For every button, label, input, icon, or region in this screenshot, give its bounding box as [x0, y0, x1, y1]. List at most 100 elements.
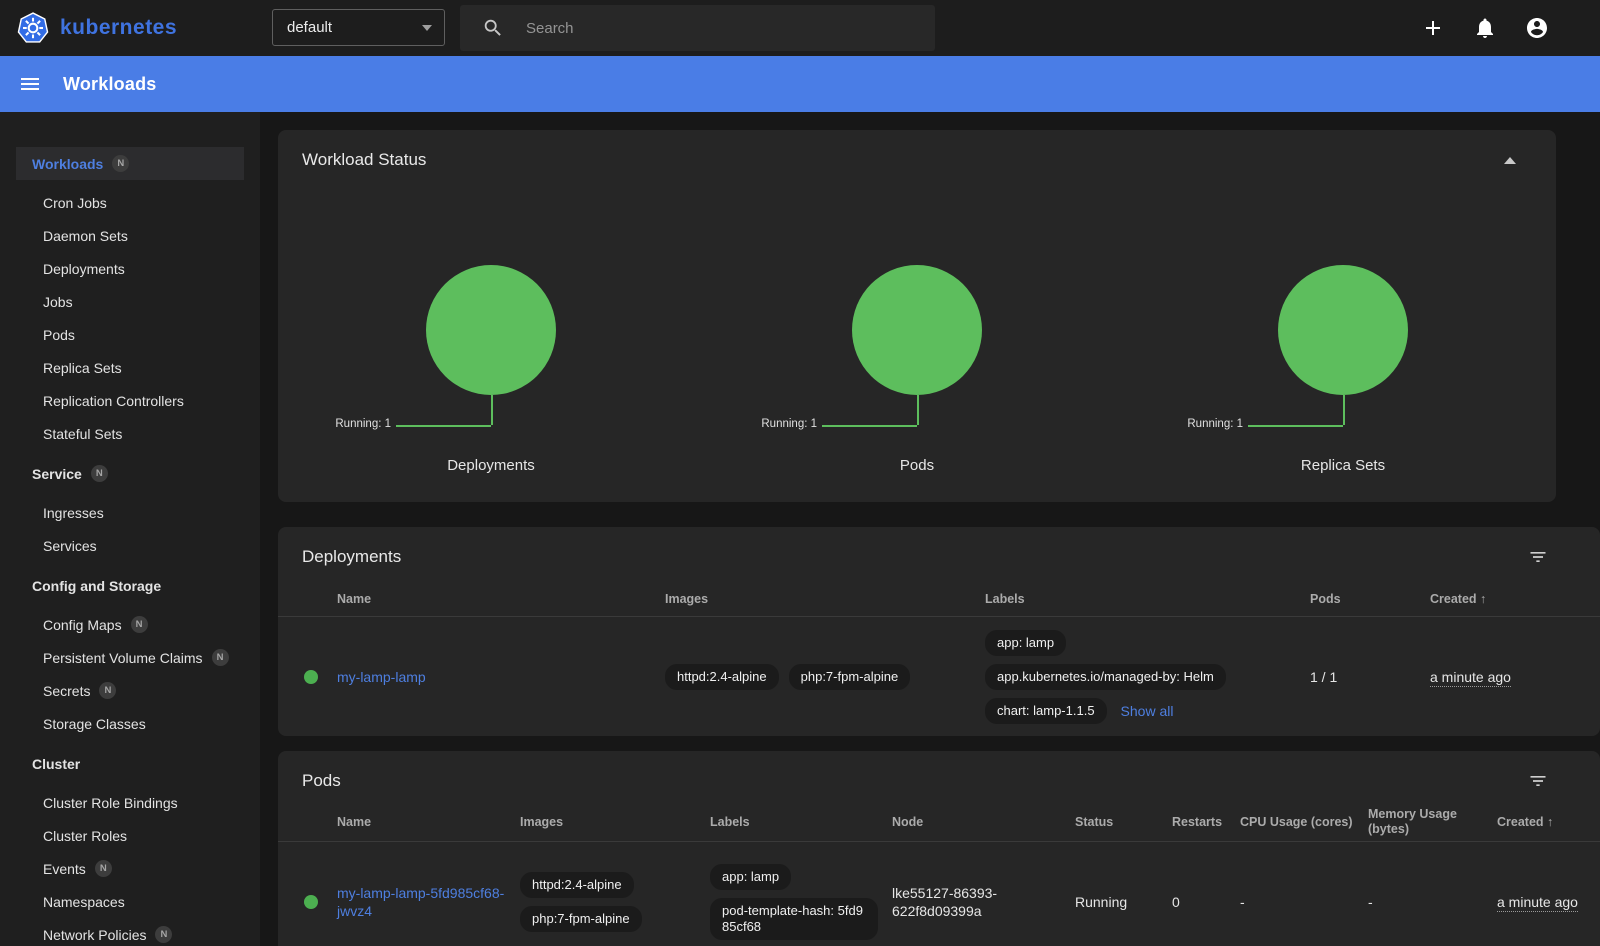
label-chip: chart: lamp-1.1.5 — [985, 698, 1107, 724]
filter-icon — [1528, 771, 1548, 791]
column-header-images[interactable]: Images — [520, 815, 710, 830]
workload-status-title: Workload Status — [302, 148, 426, 172]
column-header-pods[interactable]: Pods — [1310, 592, 1430, 607]
image-chip: php:7-fpm-alpine — [520, 906, 642, 932]
pod-row: my-lamp-lamp-5fd985cf68-jwvz4 httpd:2.4-… — [278, 842, 1600, 946]
sidebar: Workloads N Cron Jobs Daemon Sets Deploy… — [0, 112, 260, 946]
menu-button[interactable] — [18, 72, 42, 96]
pie-running-segment — [426, 265, 556, 395]
column-header-status[interactable]: Status — [1075, 815, 1172, 830]
pod-name-link[interactable]: my-lamp-lamp-5fd985cf68-jwvz4 — [337, 884, 506, 920]
sidebar-item-services[interactable]: Services — [16, 529, 244, 562]
sidebar-item-namespaces[interactable]: Namespaces — [16, 885, 244, 918]
sort-ascending-icon: ↑ — [1480, 592, 1486, 606]
sidebar-item-network-policies[interactable]: Network Policies N — [16, 918, 244, 946]
sidebar-item-deployments[interactable]: Deployments — [16, 252, 244, 285]
column-header-cpu[interactable]: CPU Usage (cores) — [1240, 815, 1368, 830]
sort-ascending-icon: ↑ — [1547, 815, 1553, 829]
sidebar-item-daemon-sets[interactable]: Daemon Sets — [16, 219, 244, 252]
filter-button[interactable] — [1528, 547, 1548, 567]
namespace-value: default — [287, 19, 422, 36]
sidebar-item-stateful-sets[interactable]: Stateful Sets — [16, 417, 244, 450]
filter-icon — [1528, 547, 1548, 567]
pod-memory-usage: - — [1368, 894, 1497, 910]
column-header-created[interactable]: Created ↑ — [1430, 592, 1600, 607]
sidebar-item-persistent-volume-claims[interactable]: Persistent Volume Claims N — [16, 641, 244, 674]
sidebar-item-config-and-storage[interactable]: Config and Storage — [16, 569, 244, 602]
created-timestamp: a minute ago — [1430, 669, 1511, 687]
callout-line — [1248, 425, 1343, 427]
topbar: kubernetes default — [0, 0, 1600, 56]
sidebar-item-ingresses[interactable]: Ingresses — [16, 496, 244, 529]
new-badge: N — [91, 465, 108, 482]
column-header-images[interactable]: Images — [665, 592, 985, 607]
sidebar-item-replica-sets[interactable]: Replica Sets — [16, 351, 244, 384]
plus-icon — [1421, 16, 1445, 40]
sidebar-item-secrets[interactable]: Secrets N — [16, 674, 244, 707]
column-header-name[interactable]: Name — [337, 592, 665, 607]
status-ok-icon — [304, 895, 318, 909]
notifications-button[interactable] — [1473, 16, 1497, 40]
namespace-selector[interactable]: default — [272, 9, 445, 46]
brand[interactable]: kubernetes — [16, 0, 177, 56]
account-button[interactable] — [1525, 16, 1549, 40]
filter-button[interactable] — [1528, 771, 1548, 791]
column-header-labels[interactable]: Labels — [710, 815, 892, 830]
kubernetes-logo-icon — [16, 11, 50, 45]
created-timestamp: a minute ago — [1497, 894, 1578, 912]
column-header-memory[interactable]: Memory Usage (bytes) — [1368, 807, 1497, 837]
label-chip: pod-template-hash: 5fd985cf68 — [710, 898, 878, 940]
image-chip: httpd:2.4-alpine — [520, 872, 634, 898]
replica-sets-pie-chart: Running: 1 Replica Sets — [1130, 265, 1556, 474]
page-title: Workloads — [63, 74, 157, 95]
search-input[interactable] — [526, 20, 935, 37]
callout-line — [491, 395, 493, 425]
sidebar-item-jobs[interactable]: Jobs — [16, 285, 244, 318]
sidebar-item-cluster-roles[interactable]: Cluster Roles — [16, 819, 244, 852]
callout-line — [822, 425, 917, 427]
new-badge: N — [155, 926, 172, 943]
image-chip: httpd:2.4-alpine — [665, 664, 779, 690]
collapse-icon[interactable] — [1504, 157, 1516, 164]
pie-running-segment — [852, 265, 982, 395]
pod-restarts: 0 — [1172, 894, 1240, 910]
sidebar-item-workloads[interactable]: Workloads N — [16, 147, 244, 180]
new-badge: N — [112, 155, 129, 172]
sidebar-item-cron-jobs[interactable]: Cron Jobs — [16, 186, 244, 219]
topbar-actions — [1421, 0, 1549, 56]
new-badge: N — [99, 682, 116, 699]
create-resource-button[interactable] — [1421, 16, 1445, 40]
sidebar-item-pods[interactable]: Pods — [16, 318, 244, 351]
pods-table-header: Name Images Labels Node Status Restarts … — [278, 803, 1600, 842]
sidebar-item-storage-classes[interactable]: Storage Classes — [16, 707, 244, 740]
chart-title: Pods — [704, 457, 1130, 474]
search-icon — [482, 17, 504, 39]
callout-line — [1343, 395, 1345, 425]
pods-title: Pods — [302, 769, 341, 793]
deployments-pie-chart: Running: 1 Deployments — [278, 265, 704, 474]
sidebar-item-replication-controllers[interactable]: Replication Controllers — [16, 384, 244, 417]
column-header-labels[interactable]: Labels — [985, 592, 1310, 607]
sidebar-item-service[interactable]: Service N — [16, 457, 244, 490]
sidebar-item-events[interactable]: Events N — [16, 852, 244, 885]
status-ok-icon — [304, 670, 318, 684]
sidebar-item-cluster[interactable]: Cluster — [16, 747, 244, 780]
callout-label: Running: 1 — [335, 418, 391, 430]
search-box[interactable] — [460, 5, 935, 51]
column-header-restarts[interactable]: Restarts — [1172, 815, 1240, 830]
label-chip: app.kubernetes.io/managed-by: Helm — [985, 664, 1226, 690]
sidebar-item-config-maps[interactable]: Config Maps N — [16, 608, 244, 641]
column-header-node[interactable]: Node — [892, 815, 1075, 830]
callout-line — [396, 425, 491, 427]
chart-title: Replica Sets — [1130, 457, 1556, 474]
column-header-created[interactable]: Created ↑ — [1497, 815, 1600, 830]
label-chip: app: lamp — [985, 630, 1066, 656]
deployment-name-link[interactable]: my-lamp-lamp — [337, 669, 426, 685]
pie-running-segment — [1278, 265, 1408, 395]
sidebar-item-cluster-role-bindings[interactable]: Cluster Role Bindings — [16, 786, 244, 819]
show-all-link[interactable]: Show all — [1121, 703, 1174, 719]
image-chip: php:7-fpm-alpine — [789, 664, 911, 690]
column-header-name[interactable]: Name — [337, 815, 520, 830]
new-badge: N — [95, 860, 112, 877]
callout-label: Running: 1 — [761, 418, 817, 430]
